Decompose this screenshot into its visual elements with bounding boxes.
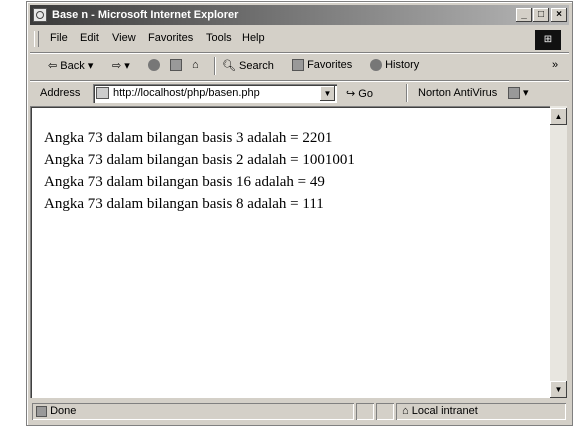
back-arrow-icon: ⇦ bbox=[48, 60, 58, 72]
page-icon bbox=[96, 87, 109, 99]
toolbar-more-button[interactable]: » bbox=[552, 59, 558, 71]
toolbar-separator bbox=[214, 57, 216, 75]
norton-antivirus-button[interactable]: Norton AntiVirus bbox=[418, 87, 497, 99]
result-line: Angka 73 dalam bilangan basis 8 adalah =… bbox=[44, 196, 324, 212]
norton-shield-icon bbox=[508, 87, 520, 100]
menu-favorites[interactable]: Favorites bbox=[148, 32, 193, 44]
browser-window: Base n - Microsoft Internet Explorer _ □… bbox=[26, 1, 573, 426]
result-line: Angka 73 dalam bilangan basis 2 adalah =… bbox=[44, 152, 355, 168]
address-dropdown-button[interactable]: ▼ bbox=[320, 86, 335, 101]
history-label: History bbox=[385, 59, 420, 71]
home-icon: ⌂ bbox=[192, 59, 199, 71]
history-icon bbox=[370, 59, 382, 72]
menu-edit[interactable]: Edit bbox=[80, 32, 99, 44]
status-done: Done bbox=[36, 405, 76, 417]
menu-help[interactable]: Help bbox=[242, 32, 265, 44]
stop-button[interactable] bbox=[148, 59, 160, 72]
result-line: Angka 73 dalam bilangan basis 3 adalah =… bbox=[44, 130, 333, 146]
go-label: Go bbox=[358, 88, 373, 100]
back-button[interactable]: ⇦ Back ▾ bbox=[48, 59, 93, 72]
title-bar[interactable]: Base n - Microsoft Internet Explorer _ □… bbox=[30, 5, 569, 25]
close-button[interactable]: × bbox=[551, 8, 567, 22]
favorites-label: Favorites bbox=[307, 59, 353, 71]
status-zone-label: Local intranet bbox=[411, 405, 478, 417]
stop-icon bbox=[148, 59, 160, 72]
menu-grip bbox=[34, 31, 39, 47]
address-separator bbox=[406, 84, 408, 102]
address-label: Address bbox=[40, 87, 81, 99]
status-bar: Done ⌂ Local intranet bbox=[30, 400, 569, 422]
window-title: Base n - Microsoft Internet Explorer bbox=[52, 9, 239, 21]
windows-logo-icon: ⊞ bbox=[535, 30, 561, 50]
page-done-icon bbox=[36, 405, 47, 417]
menu-view[interactable]: View bbox=[112, 32, 136, 44]
page-content: Angka 73 dalam bilangan basis 3 adalah =… bbox=[30, 106, 550, 398]
address-input[interactable]: http://localhost/php/basen.php ▼ bbox=[93, 84, 337, 103]
vertical-scrollbar[interactable]: ▲ ▼ bbox=[550, 106, 567, 398]
back-dropdown-icon: ▾ bbox=[87, 60, 94, 72]
address-bar: Address http://localhost/php/basen.php ▼… bbox=[30, 80, 569, 107]
status-pane-empty bbox=[356, 403, 374, 420]
minimize-button[interactable]: _ bbox=[516, 8, 532, 22]
scroll-up-button[interactable]: ▲ bbox=[550, 108, 567, 125]
search-label: Search bbox=[239, 60, 274, 72]
norton-icon[interactable]: ▾ bbox=[508, 86, 529, 100]
history-button[interactable]: History bbox=[370, 59, 420, 72]
home-button[interactable]: ⌂ bbox=[192, 59, 199, 71]
address-url: http://localhost/php/basen.php bbox=[113, 87, 260, 99]
standard-toolbar: ⇦ Back ▾ ⇨ ▾ ⌂ 🔍︎ Search Favorites Histo… bbox=[30, 52, 569, 79]
search-icon: 🔍︎ bbox=[222, 60, 236, 72]
menu-file[interactable]: File bbox=[50, 32, 68, 44]
result-line: Angka 73 dalam bilangan basis 16 adalah … bbox=[44, 174, 325, 190]
menu-tools[interactable]: Tools bbox=[206, 32, 232, 44]
refresh-icon bbox=[170, 59, 182, 72]
intranet-icon: ⌂ bbox=[402, 405, 409, 417]
status-zone: ⌂ Local intranet bbox=[402, 405, 478, 417]
search-button[interactable]: 🔍︎ Search bbox=[222, 59, 274, 72]
favorites-icon bbox=[292, 59, 304, 72]
forward-button[interactable]: ⇨ ▾ bbox=[112, 59, 130, 72]
ie-page-icon bbox=[33, 8, 47, 22]
scroll-down-button[interactable]: ▼ bbox=[550, 381, 567, 398]
status-done-label: Done bbox=[50, 405, 77, 417]
status-pane-empty bbox=[376, 403, 394, 420]
status-pane-main bbox=[32, 403, 354, 420]
back-label: Back bbox=[60, 60, 85, 72]
go-arrow-icon: ↪ bbox=[346, 88, 356, 100]
go-button[interactable]: ↪ Go bbox=[346, 87, 373, 100]
maximize-button[interactable]: □ bbox=[533, 8, 549, 22]
favorites-button[interactable]: Favorites bbox=[292, 59, 353, 72]
refresh-button[interactable] bbox=[170, 59, 182, 72]
menu-bar: File Edit View Favorites Tools Help ⊞ bbox=[30, 28, 569, 50]
